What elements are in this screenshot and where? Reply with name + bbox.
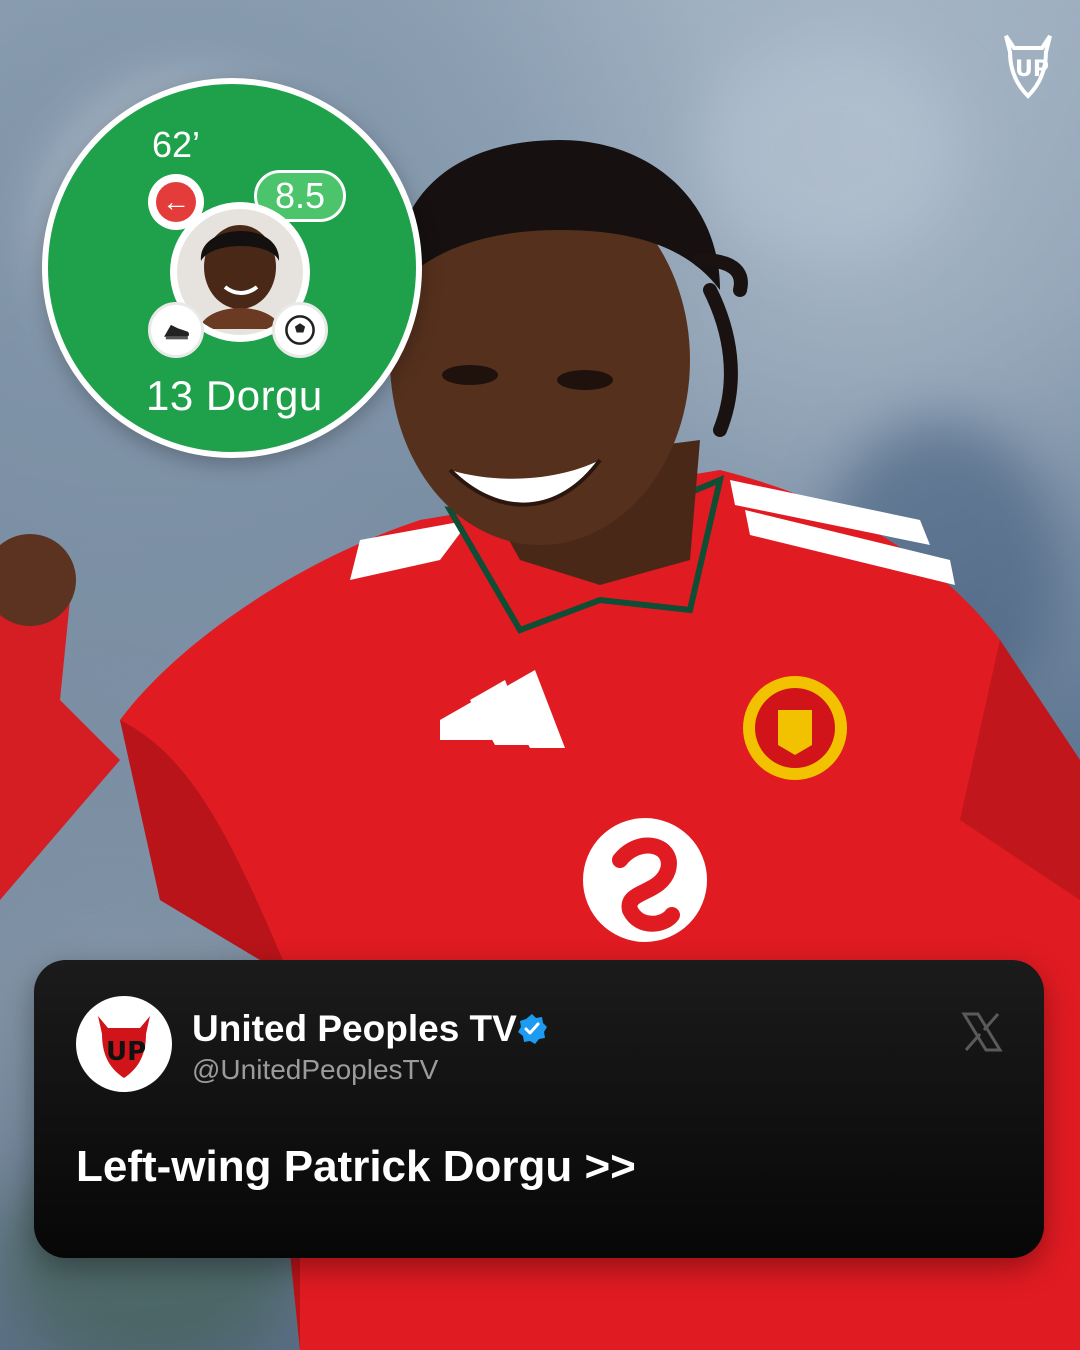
brand-logo-icon: UP — [998, 30, 1058, 100]
account-handle[interactable]: @UnitedPeoplesTV — [192, 1054, 438, 1086]
svg-text:UP: UP — [1015, 57, 1049, 82]
x-logo-icon[interactable] — [960, 1010, 1004, 1054]
verified-badge-icon — [518, 1014, 547, 1044]
account-name[interactable]: United Peoples TV — [192, 1008, 517, 1050]
player-rating-card: 62’ ← 8.5 13 Dorgu — [42, 78, 422, 458]
substitution-minute: 62’ — [152, 124, 201, 165]
football-icon — [272, 302, 328, 358]
football-boot-icon — [148, 302, 204, 358]
account-avatar[interactable]: UP — [76, 996, 172, 1092]
tweet-card[interactable]: UP United Peoples TV @UnitedPeoplesTV Le… — [34, 960, 1044, 1258]
tweet-text: Left-wing Patrick Dorgu >> — [76, 1142, 636, 1191]
svg-text:UP: UP — [106, 1037, 146, 1067]
player-number-name: 13 Dorgu — [146, 372, 323, 419]
